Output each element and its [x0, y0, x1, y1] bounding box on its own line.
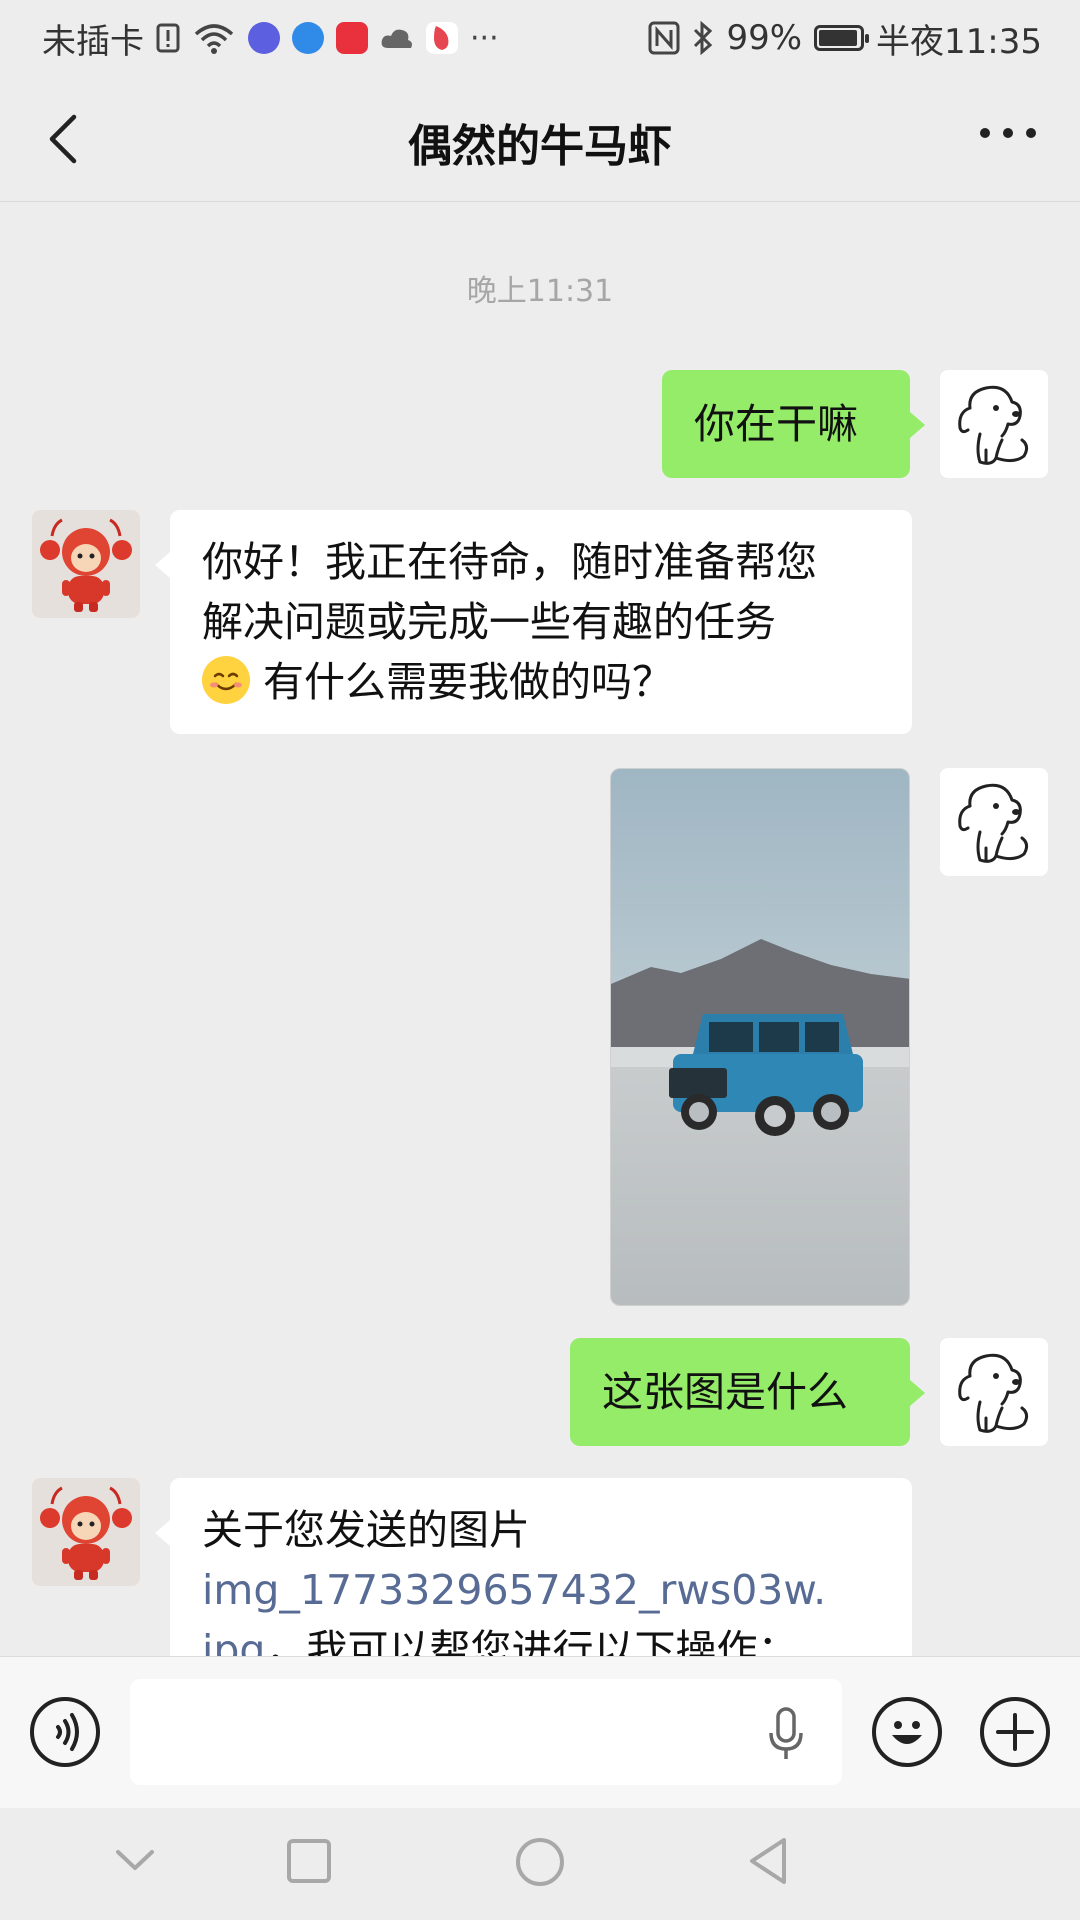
bot-avatar[interactable]	[32, 510, 140, 618]
wifi-icon	[194, 24, 234, 54]
my-avatar[interactable]	[940, 768, 1048, 876]
cloud-icon	[381, 29, 412, 48]
dog-avatar-icon	[958, 783, 1029, 863]
home-icon[interactable]	[514, 1836, 566, 1888]
emoji-smile-icon	[892, 1721, 922, 1744]
bubble-tail	[910, 412, 925, 438]
more-functions-button[interactable]	[980, 1697, 1050, 1767]
bubble-tail	[910, 1380, 925, 1406]
my-avatar[interactable]	[940, 1338, 1048, 1446]
car-photo-image	[611, 769, 909, 1305]
message-text: 你在干嘛	[694, 400, 858, 448]
bluetooth-icon	[694, 20, 713, 56]
microphone-icon[interactable]	[766, 1707, 806, 1763]
nfc-icon	[648, 21, 680, 55]
my-avatar[interactable]	[940, 370, 1048, 478]
collapse-chevron-icon[interactable]	[114, 1848, 156, 1874]
sent-photo[interactable]	[610, 768, 910, 1306]
system-navigation-bar	[0, 1808, 1080, 1920]
smiling-face-emoji-icon	[202, 656, 250, 704]
voice-mode-button[interactable]	[30, 1697, 100, 1767]
chat-title: 偶然的牛马虾	[408, 121, 672, 172]
message-line: 关于您发送的图片	[202, 1506, 530, 1554]
browser-app-icon	[292, 22, 324, 54]
my-message-bubble[interactable]: 这张图是什么	[570, 1338, 910, 1446]
lobster-avatar-icon	[40, 518, 132, 612]
battery-percent: 99%	[726, 18, 803, 58]
recent-apps-icon[interactable]	[286, 1838, 332, 1884]
music-app-icon	[248, 22, 280, 54]
bubble-tail	[155, 1520, 170, 1546]
huawei-appgallery-icon	[336, 22, 368, 54]
image-file-link[interactable]: img_1773329657432_rws03w.	[202, 1560, 880, 1620]
lobster-avatar-icon	[40, 1486, 132, 1580]
battery-icon	[814, 25, 870, 51]
dog-avatar-icon	[958, 385, 1029, 465]
sim-alert-icon	[156, 23, 180, 53]
status-bar: 未插卡 ··· 99% 半夜11:35	[0, 0, 1080, 76]
message-text-input[interactable]	[130, 1679, 842, 1785]
more-notifications-icon: ···	[470, 20, 499, 56]
message-timestamp: 晚上11:31	[466, 274, 614, 309]
bot-message-bubble[interactable]: 你好！我正在待命，随时准备帮您 解决问题或完成一些有趣的任务 有什么需要我做的吗…	[170, 510, 912, 734]
message-line: 你好！我正在待命，随时准备帮您	[202, 538, 817, 586]
notification-app-icon	[426, 22, 458, 54]
carrier-text: 未插卡	[42, 21, 144, 62]
bot-avatar[interactable]	[32, 1478, 140, 1586]
more-options-icon[interactable]	[980, 128, 1036, 148]
emoji-button[interactable]	[872, 1697, 942, 1767]
back-triangle-icon[interactable]	[746, 1836, 790, 1886]
my-message-bubble[interactable]: 你在干嘛	[662, 370, 910, 478]
message-input-bar	[0, 1656, 1080, 1808]
chat-header: 偶然的牛马虾	[0, 76, 1080, 202]
voice-wave-icon	[56, 1713, 79, 1751]
bubble-tail	[155, 552, 170, 578]
message-line: 有什么需要我做的吗？	[263, 658, 674, 706]
message-text: 这张图是什么	[602, 1368, 848, 1416]
plus-icon	[996, 1713, 1034, 1751]
dog-avatar-icon	[958, 1353, 1029, 1433]
clock: 半夜11:35	[876, 21, 1042, 62]
message-line: 解决问题或完成一些有趣的任务	[202, 598, 776, 646]
